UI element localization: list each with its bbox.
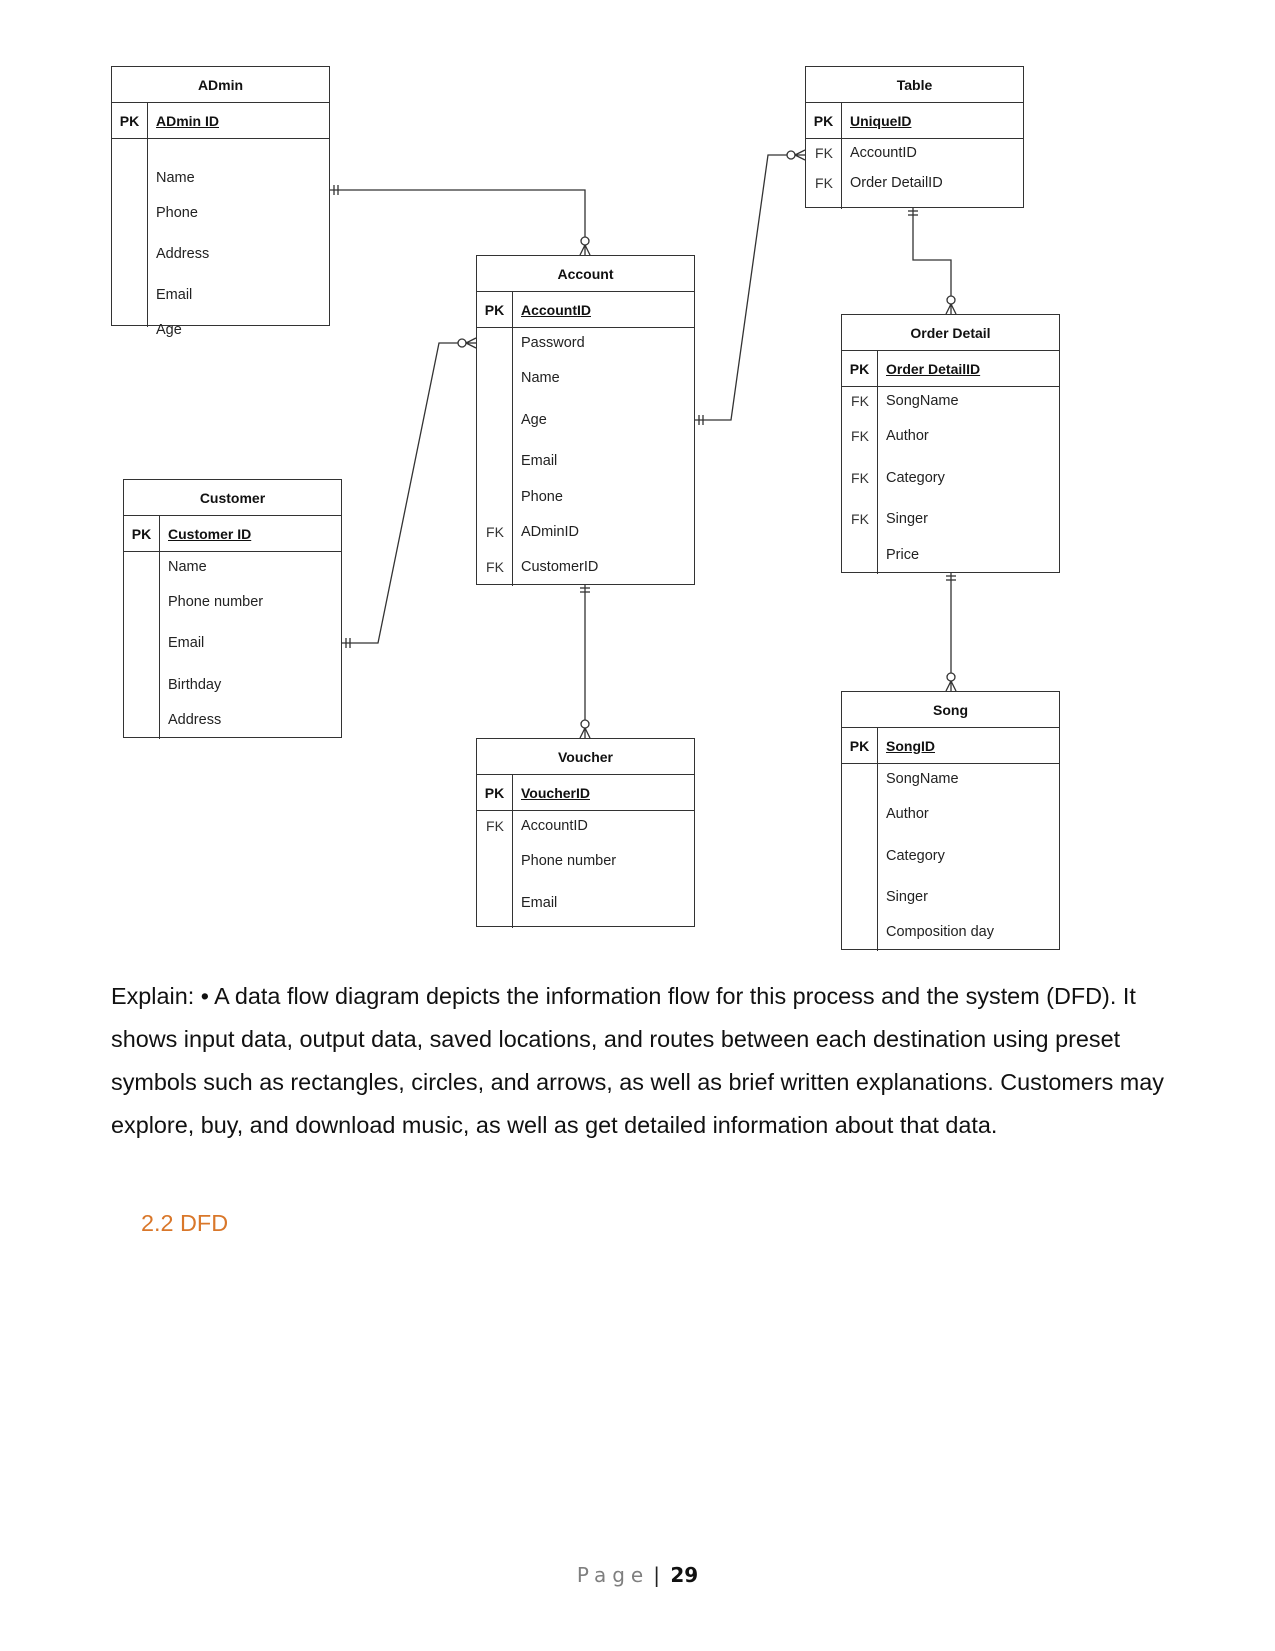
- explain-paragraph: Explain: • A data flow diagram depicts t…: [111, 983, 1164, 1138]
- zero-many-marker: [946, 295, 956, 305]
- zero-many-marker: [946, 672, 956, 682]
- relationship-connectors: [330, 149, 957, 739]
- zero-many-marker: [579, 727, 586, 739]
- connector-customer-account: [342, 342, 458, 644]
- zero-many-marker: [584, 727, 591, 739]
- zero-many-marker: [794, 154, 806, 161]
- zero-many-marker: [465, 342, 477, 349]
- zero-many-marker: [579, 244, 586, 256]
- connector-account-table: [695, 154, 787, 421]
- zero-many-marker: [786, 150, 796, 160]
- zero-many-marker: [950, 680, 957, 692]
- page-footer: Page | 29: [0, 1563, 1275, 1587]
- page-number: 29: [670, 1563, 699, 1587]
- zero-many-marker: [945, 303, 952, 315]
- zero-many-marker: [950, 303, 957, 315]
- zero-many-marker: [794, 149, 806, 156]
- zero-many-marker: [580, 719, 590, 729]
- page-separator: |: [653, 1563, 660, 1587]
- zero-many-marker: [465, 337, 477, 344]
- connector-table-orderdetail: [912, 208, 952, 296]
- section-heading: 2.2 DFD: [141, 1210, 229, 1236]
- connector-admin-account: [330, 189, 586, 237]
- zero-many-marker: [945, 680, 952, 692]
- zero-many-marker: [457, 338, 467, 348]
- zero-many-marker: [580, 236, 590, 246]
- page-label: Page: [576, 1563, 650, 1587]
- zero-many-marker: [584, 244, 591, 256]
